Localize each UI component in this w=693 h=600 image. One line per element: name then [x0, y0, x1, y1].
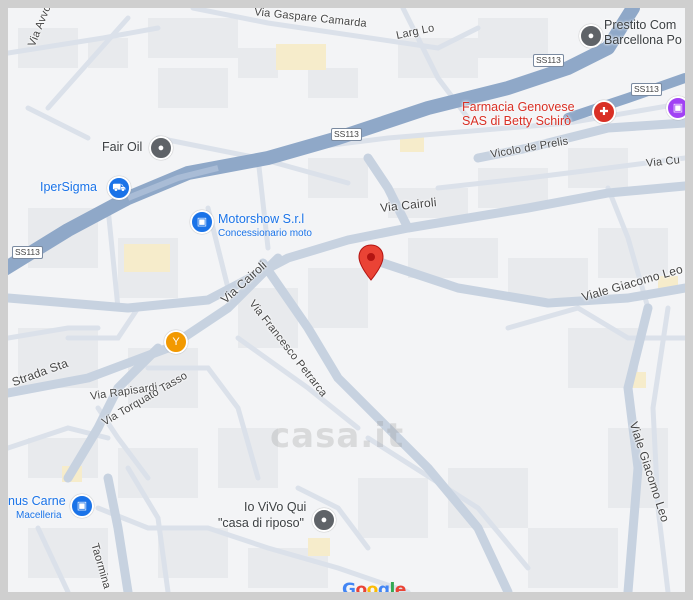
poi-label-prestito-line2[interactable]: Barcellona Po: [604, 33, 682, 47]
map-frame[interactable]: SS113 SS113 SS113 SS113 Via Gaspare Cama…: [8, 8, 685, 592]
place-icon[interactable]: ●: [312, 508, 336, 532]
location-pin-icon[interactable]: [358, 244, 384, 282]
google-logo: Google: [342, 580, 406, 592]
google-logo-letter: G: [342, 580, 356, 592]
shopping-bag-icon[interactable]: ▣: [666, 96, 685, 120]
google-logo-letter: e: [394, 580, 407, 592]
shopping-bag-icon[interactable]: ▣: [190, 210, 214, 234]
place-icon[interactable]: ●: [579, 24, 603, 48]
poi-label-io-vivo-line2[interactable]: "casa di riposo": [218, 516, 304, 530]
pharmacy-icon[interactable]: ✚: [592, 100, 616, 124]
google-logo-letter: o: [355, 580, 367, 592]
cocktail-icon[interactable]: Y: [164, 330, 188, 354]
gas-station-icon[interactable]: ●: [149, 136, 173, 160]
poi-label-motorshow[interactable]: Motorshow S.r.l: [218, 212, 304, 226]
shopping-bag-icon[interactable]: ▣: [70, 494, 94, 518]
poi-label-macelleria: Macelleria: [16, 510, 62, 521]
shopping-cart-icon[interactable]: ⛟: [107, 176, 131, 200]
road-shield-ss113: SS113: [631, 83, 662, 96]
poi-label-farmacia[interactable]: Farmacia Genovese: [462, 100, 575, 114]
poi-label-prestito[interactable]: Prestito Com: [604, 18, 676, 32]
google-logo-letter: g: [377, 580, 390, 592]
road-shield-ss113: SS113: [331, 128, 362, 141]
road-shield-ss113: SS113: [12, 246, 43, 259]
poi-label-farmacia-line2[interactable]: SAS di Betty Schirò: [462, 114, 571, 128]
poi-label-ipersigma[interactable]: IperSigma: [40, 180, 97, 194]
poi-label-motorshow-sub: Concessionario moto: [218, 228, 312, 239]
road-shield-ss113: SS113: [533, 54, 564, 67]
watermark: casa.it: [270, 416, 405, 456]
poi-label-fair-oil[interactable]: Fair Oil: [102, 140, 142, 154]
google-logo-letter: o: [366, 580, 379, 592]
poi-label-io-vivo[interactable]: Io ViVo Qui: [244, 500, 306, 514]
poi-label-nus-carne[interactable]: nus Carne: [8, 494, 66, 508]
